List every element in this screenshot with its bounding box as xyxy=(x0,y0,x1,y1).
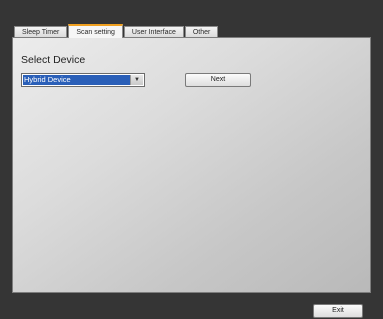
tab-bar: Sleep Timer Scan setting User Interface … xyxy=(14,24,219,38)
exit-button[interactable]: Exit xyxy=(313,304,363,318)
tab-scan-setting[interactable]: Scan setting xyxy=(68,24,123,38)
select-device-label: Select Device xyxy=(21,54,86,66)
device-dropdown[interactable]: Hybrid Device ▼ xyxy=(21,73,145,87)
chevron-down-icon[interactable]: ▼ xyxy=(130,75,143,85)
next-button[interactable]: Next xyxy=(185,73,251,87)
settings-window: Sleep Timer Scan setting User Interface … xyxy=(0,0,383,319)
scan-setting-panel: Select Device Hybrid Device ▼ Next xyxy=(12,37,371,293)
device-dropdown-value: Hybrid Device xyxy=(23,75,131,85)
